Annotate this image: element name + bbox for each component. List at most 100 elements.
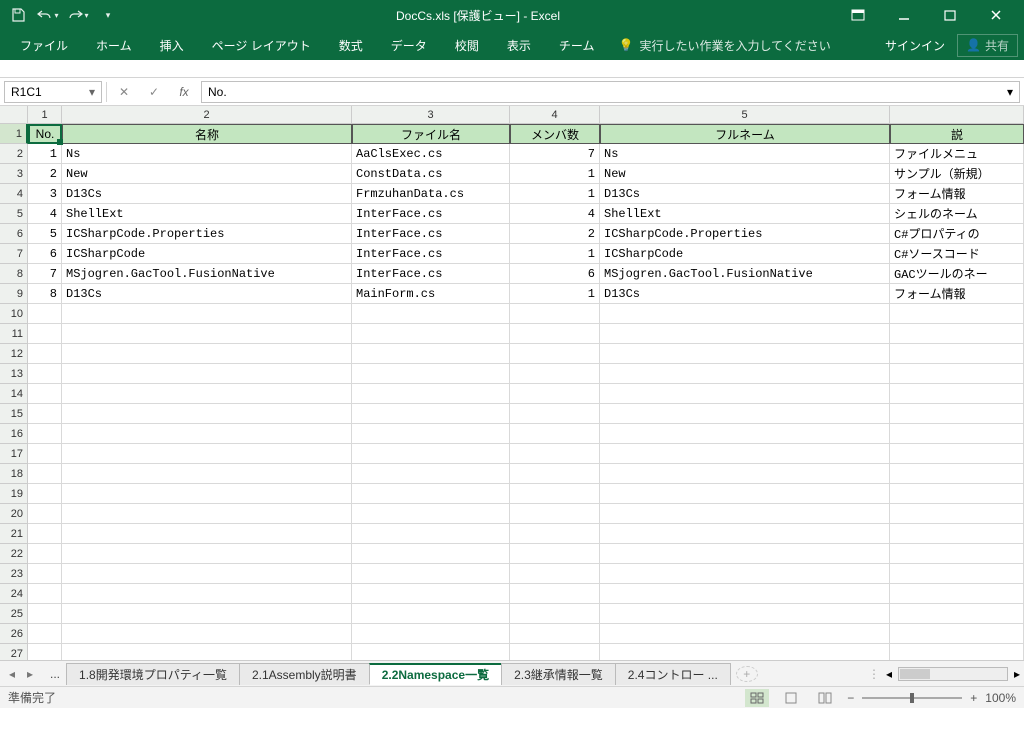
cell[interactable]: ConstData.cs [352,164,510,184]
cell[interactable] [510,324,600,344]
cell[interactable] [890,464,1024,484]
cell[interactable] [28,464,62,484]
cell[interactable] [510,484,600,504]
header-cell[interactable]: メンバ数 [510,124,600,144]
cell[interactable] [600,364,890,384]
cell[interactable] [62,604,352,624]
cell[interactable] [28,504,62,524]
tab-review[interactable]: 校閲 [441,30,493,60]
cell[interactable] [62,484,352,504]
cell[interactable]: ICSharpCode.Properties [600,224,890,244]
sheet-tab[interactable]: 1.8開発環境プロパティ一覧 [66,663,240,685]
hscroll-bar[interactable] [898,667,1008,681]
row-header[interactable]: 4 [0,184,28,204]
cell[interactable]: サンプル（新規） [890,164,1024,184]
tab-formulas[interactable]: 数式 [325,30,377,60]
cell[interactable] [352,344,510,364]
cell[interactable] [62,324,352,344]
save-icon[interactable] [6,3,30,27]
cell[interactable] [28,484,62,504]
signin-link[interactable]: サインイン [885,37,945,54]
zoom-out-icon[interactable]: − [847,691,854,705]
share-button[interactable]: 👤 共有 [957,34,1018,57]
cell[interactable]: 6 [28,244,62,264]
enter-icon[interactable]: ✓ [141,81,167,103]
page-layout-view-icon[interactable] [779,689,803,707]
page-break-view-icon[interactable] [813,689,837,707]
formula-input[interactable]: No. ▾ [201,81,1020,103]
cell[interactable]: C#プロパティの [890,224,1024,244]
row-header[interactable]: 9 [0,284,28,304]
row-header[interactable]: 2 [0,144,28,164]
select-all-triangle[interactable] [0,106,28,124]
row-header[interactable]: 5 [0,204,28,224]
cell[interactable]: D13Cs [600,284,890,304]
column-header[interactable] [890,106,1024,124]
cell[interactable]: 2 [28,164,62,184]
cell[interactable] [28,624,62,644]
redo-icon[interactable]: ▾ [66,3,90,27]
cell[interactable]: Ns [600,144,890,164]
cell[interactable] [600,424,890,444]
cell[interactable]: Ns [62,144,352,164]
tab-view[interactable]: 表示 [493,30,545,60]
row-header[interactable]: 25 [0,604,28,624]
row-header[interactable]: 12 [0,344,28,364]
cell[interactable] [510,604,600,624]
cell[interactable] [510,344,600,364]
cell[interactable] [510,304,600,324]
tell-me[interactable]: 💡 実行したい作業を入力してください [618,37,830,54]
cell[interactable] [890,604,1024,624]
cell[interactable]: FrmzuhanData.cs [352,184,510,204]
cell[interactable]: AaClsExec.cs [352,144,510,164]
row-header[interactable]: 6 [0,224,28,244]
cell[interactable] [510,364,600,384]
cell[interactable] [352,444,510,464]
row-header[interactable]: 15 [0,404,28,424]
maximize-icon[interactable] [928,1,972,29]
cell[interactable] [600,344,890,364]
cell[interactable] [890,644,1024,660]
column-header[interactable]: 5 [600,106,890,124]
row-header[interactable]: 14 [0,384,28,404]
zoom-in-icon[interactable]: + [970,691,977,705]
cell[interactable]: D13Cs [62,284,352,304]
row-header[interactable]: 7 [0,244,28,264]
cell[interactable]: ICSharpCode [62,244,352,264]
cell[interactable] [352,464,510,484]
cell[interactable]: 4 [510,204,600,224]
cell[interactable] [600,484,890,504]
cell[interactable] [62,584,352,604]
tab-home[interactable]: ホーム [82,30,146,60]
close-icon[interactable] [974,1,1018,29]
cell[interactable] [352,324,510,344]
cell[interactable] [510,464,600,484]
cell[interactable] [510,584,600,604]
cell[interactable]: シェルのネーム [890,204,1024,224]
cell[interactable]: 3 [28,184,62,204]
cell[interactable] [62,424,352,444]
cell[interactable] [28,424,62,444]
cell[interactable] [890,524,1024,544]
cell[interactable] [510,404,600,424]
cell[interactable] [352,564,510,584]
row-header[interactable]: 3 [0,164,28,184]
fx-icon[interactable]: fx [171,81,197,103]
cell[interactable]: フォーム情報 [890,284,1024,304]
cell[interactable] [510,524,600,544]
tab-insert[interactable]: 挿入 [146,30,198,60]
ribbon-display-icon[interactable] [836,1,880,29]
row-header[interactable]: 19 [0,484,28,504]
row-header[interactable]: 24 [0,584,28,604]
cell[interactable] [600,604,890,624]
row-header[interactable]: 23 [0,564,28,584]
expand-formula-icon[interactable]: ▾ [1007,85,1013,99]
column-header[interactable]: 1 [28,106,62,124]
cell[interactable] [600,644,890,660]
tab-page-layout[interactable]: ページ レイアウト [198,30,325,60]
sheet-tab[interactable]: 2.2Namespace一覧 [369,663,502,685]
cell[interactable]: D13Cs [600,184,890,204]
cell[interactable] [352,504,510,524]
cell[interactable] [62,544,352,564]
sheet-more[interactable]: ... [44,667,66,681]
